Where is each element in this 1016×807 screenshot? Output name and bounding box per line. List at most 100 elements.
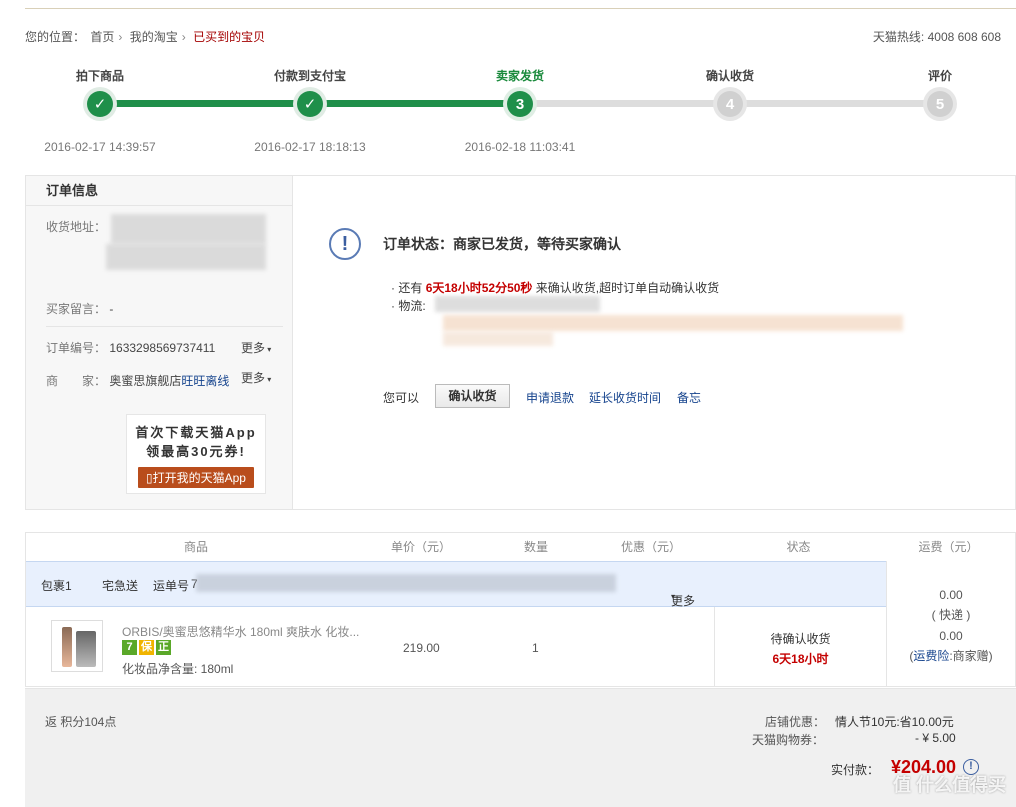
- header-status: 状态: [786, 540, 811, 554]
- step-node-1: ✓: [83, 87, 117, 121]
- bullet-dot: ·: [391, 281, 395, 295]
- extend-receipt-link[interactable]: 延长收货时间: [589, 389, 661, 406]
- shipping-type: ( 快递 ): [931, 608, 971, 622]
- more-label: 更多: [241, 371, 266, 385]
- step-label-3: 卖家发货: [495, 69, 544, 83]
- seller-more-dropdown[interactable]: 更多 ▾: [241, 369, 271, 386]
- chevron-right-icon: ›: [118, 30, 123, 44]
- goods-table: 商品 单价（元） 数量 优惠（元） 状态 运费（元） 包裹1 宅急送 运单号 7…: [25, 532, 1016, 687]
- order-info: 订单信息 收货地址： 买家留言： - 订单编号： 163329856973741…: [26, 176, 293, 509]
- service-badges: 7 保 正: [122, 640, 171, 655]
- insurance-fee: 0.00: [939, 629, 963, 643]
- order-more-dropdown[interactable]: 更多 ▾: [241, 339, 271, 356]
- shipping-fee: 0.00: [939, 588, 963, 602]
- watermark: 值 什么值得买: [892, 775, 1006, 795]
- logistics-redacted: [443, 315, 903, 331]
- unit-price: 219.00: [403, 641, 440, 655]
- shop-discount-value: 情人节10元:省10.00元: [835, 715, 954, 729]
- caret-down-icon: ▾: [671, 592, 676, 601]
- app-promo: 首次下载天猫App 领最高30元券! ▯打开我的天猫App: [126, 414, 266, 494]
- logistics-label: 物流:: [398, 299, 426, 313]
- caret-down-icon: ▾: [265, 375, 272, 384]
- insurance-link[interactable]: 运费险: [913, 649, 949, 663]
- promo-line-2: 领最高30元券!: [146, 444, 246, 459]
- authentic-icon[interactable]: 正: [156, 640, 171, 655]
- hotline: 天猫热线: 4008 608 608: [872, 30, 1001, 44]
- item-countdown: 6天18小时: [772, 652, 829, 666]
- seller-label: 商 家：: [46, 374, 107, 388]
- quantity: 1: [532, 641, 539, 655]
- seller-row: 商 家： 奥蜜思旗舰店旺旺离线: [46, 372, 229, 389]
- caret-down-icon: ▾: [265, 345, 272, 354]
- seven-day-return-icon[interactable]: 7: [122, 640, 137, 655]
- coupon-value: - ¥ 5.00: [915, 731, 956, 745]
- package-label: 包裹1: [41, 579, 72, 593]
- breadcrumb-home[interactable]: 首页: [90, 30, 114, 44]
- breadcrumb: 您的位置： 首页 › 我的淘宝 › 已买到的宝贝: [25, 28, 267, 45]
- step-node-2: ✓: [293, 87, 327, 121]
- points-earned: 返 积分104点: [45, 715, 117, 729]
- order-summary: 返 积分104点 店铺优惠： 情人节10元:省10.00元 天猫购物券： - ¥…: [25, 688, 1016, 807]
- package-row: 包裹1 宅急送 运单号 7 更多 ▾: [26, 561, 886, 608]
- header-qty: 数量: [523, 540, 548, 554]
- logistics-redacted: [443, 332, 553, 346]
- item-status-cell: 待确认收货 6天18小时: [714, 607, 886, 686]
- address-redacted: [106, 244, 266, 270]
- header-discount: 优惠（元）: [620, 540, 681, 554]
- check-icon: ✓: [297, 91, 323, 117]
- header-product: 商品: [183, 540, 208, 554]
- step-node-3: 3: [503, 87, 537, 121]
- product-name-link[interactable]: ORBIS/奥蜜思悠精华水 180ml 爽肤水 化妆...: [122, 623, 359, 640]
- check-icon: ✓: [87, 91, 113, 117]
- step-label-4: 确认收货: [705, 69, 754, 83]
- divider: [46, 326, 283, 327]
- insurance-row: (运费险:商家赠): [887, 647, 1015, 664]
- product-image[interactable]: [51, 620, 103, 672]
- order-info-title: 订单信息: [26, 176, 292, 206]
- step-node-4: 4: [713, 87, 747, 121]
- request-refund-link[interactable]: 申请退款: [526, 389, 574, 406]
- countdown-suffix: 来确认收货,超时订单自动确认收货: [535, 281, 720, 295]
- countdown-value: 6天18小时52分50秒: [425, 281, 533, 295]
- order-status: ! 订单状态：商家已发货，等待买家确认 · 还有 6天18小时52分50秒 来确…: [293, 176, 1015, 509]
- open-app-button[interactable]: ▯打开我的天猫App: [138, 467, 254, 488]
- phone-icon: ▯: [146, 471, 153, 485]
- item-status: 待确认收货: [770, 632, 831, 646]
- step-label-1: 拍下商品: [75, 69, 124, 83]
- insurance-suffix: :商家赠): [949, 649, 993, 663]
- step-time-2: 2016-02-17 18:18:13: [254, 140, 366, 154]
- order-number: 1633298569737411: [109, 341, 216, 355]
- order-number-label: 订单编号：: [46, 341, 107, 355]
- logistics-line: · 物流:: [391, 297, 426, 314]
- shipping-cell: 0.00 ( 快递 ) 0.00 (运费险:商家赠): [886, 561, 1015, 686]
- step-time-3: 2016-02-18 11:03:41: [464, 140, 576, 154]
- guarantee-icon[interactable]: 保: [139, 640, 154, 655]
- shop-discount-label: 店铺优惠：: [765, 715, 826, 729]
- step-time-1: 2016-02-17 14:39:57: [44, 140, 156, 154]
- tracking-label: 运单号: [153, 579, 190, 593]
- countdown-prefix: 还有: [398, 281, 423, 295]
- breadcrumb-current[interactable]: 已买到的宝贝: [193, 30, 265, 44]
- wangwang-status-link[interactable]: 旺旺离线: [181, 374, 229, 388]
- you-can-label: 您可以: [383, 391, 420, 405]
- top-divider: [25, 8, 1016, 9]
- address-redacted: [111, 214, 266, 244]
- step-node-5: 5: [923, 87, 957, 121]
- product-spec: 化妆品净含量: 180ml: [122, 662, 234, 676]
- promo-line-1: 首次下载天猫App: [135, 425, 257, 440]
- step-label-2: 付款到支付宝: [273, 69, 346, 83]
- breadcrumb-my-taobao[interactable]: 我的淘宝: [130, 30, 178, 44]
- message-row: 买家留言： -: [46, 300, 113, 317]
- header-price: 单价（元）: [390, 540, 451, 554]
- countdown-line: · 还有 6天18小时52分50秒 来确认收货,超时订单自动确认收货: [391, 279, 719, 296]
- status-title: 订单状态：商家已发货，等待买家确认: [383, 236, 621, 252]
- confirm-receipt-button[interactable]: 确认收货: [435, 384, 510, 408]
- coupon-label: 天猫购物券：: [752, 733, 825, 747]
- step-label-5: 评价: [927, 69, 952, 83]
- seller-name[interactable]: 奥蜜思旗舰店: [109, 374, 181, 388]
- chevron-right-icon: ›: [181, 30, 186, 44]
- exclamation-icon: !: [329, 228, 361, 260]
- order-progress: 拍下商品 付款到支付宝 卖家发货 确认收货 评价 ✓ ✓ 3 4 5 2016-…: [0, 60, 1016, 160]
- message-label: 买家留言：: [46, 302, 107, 316]
- memo-link[interactable]: 备忘: [677, 389, 701, 406]
